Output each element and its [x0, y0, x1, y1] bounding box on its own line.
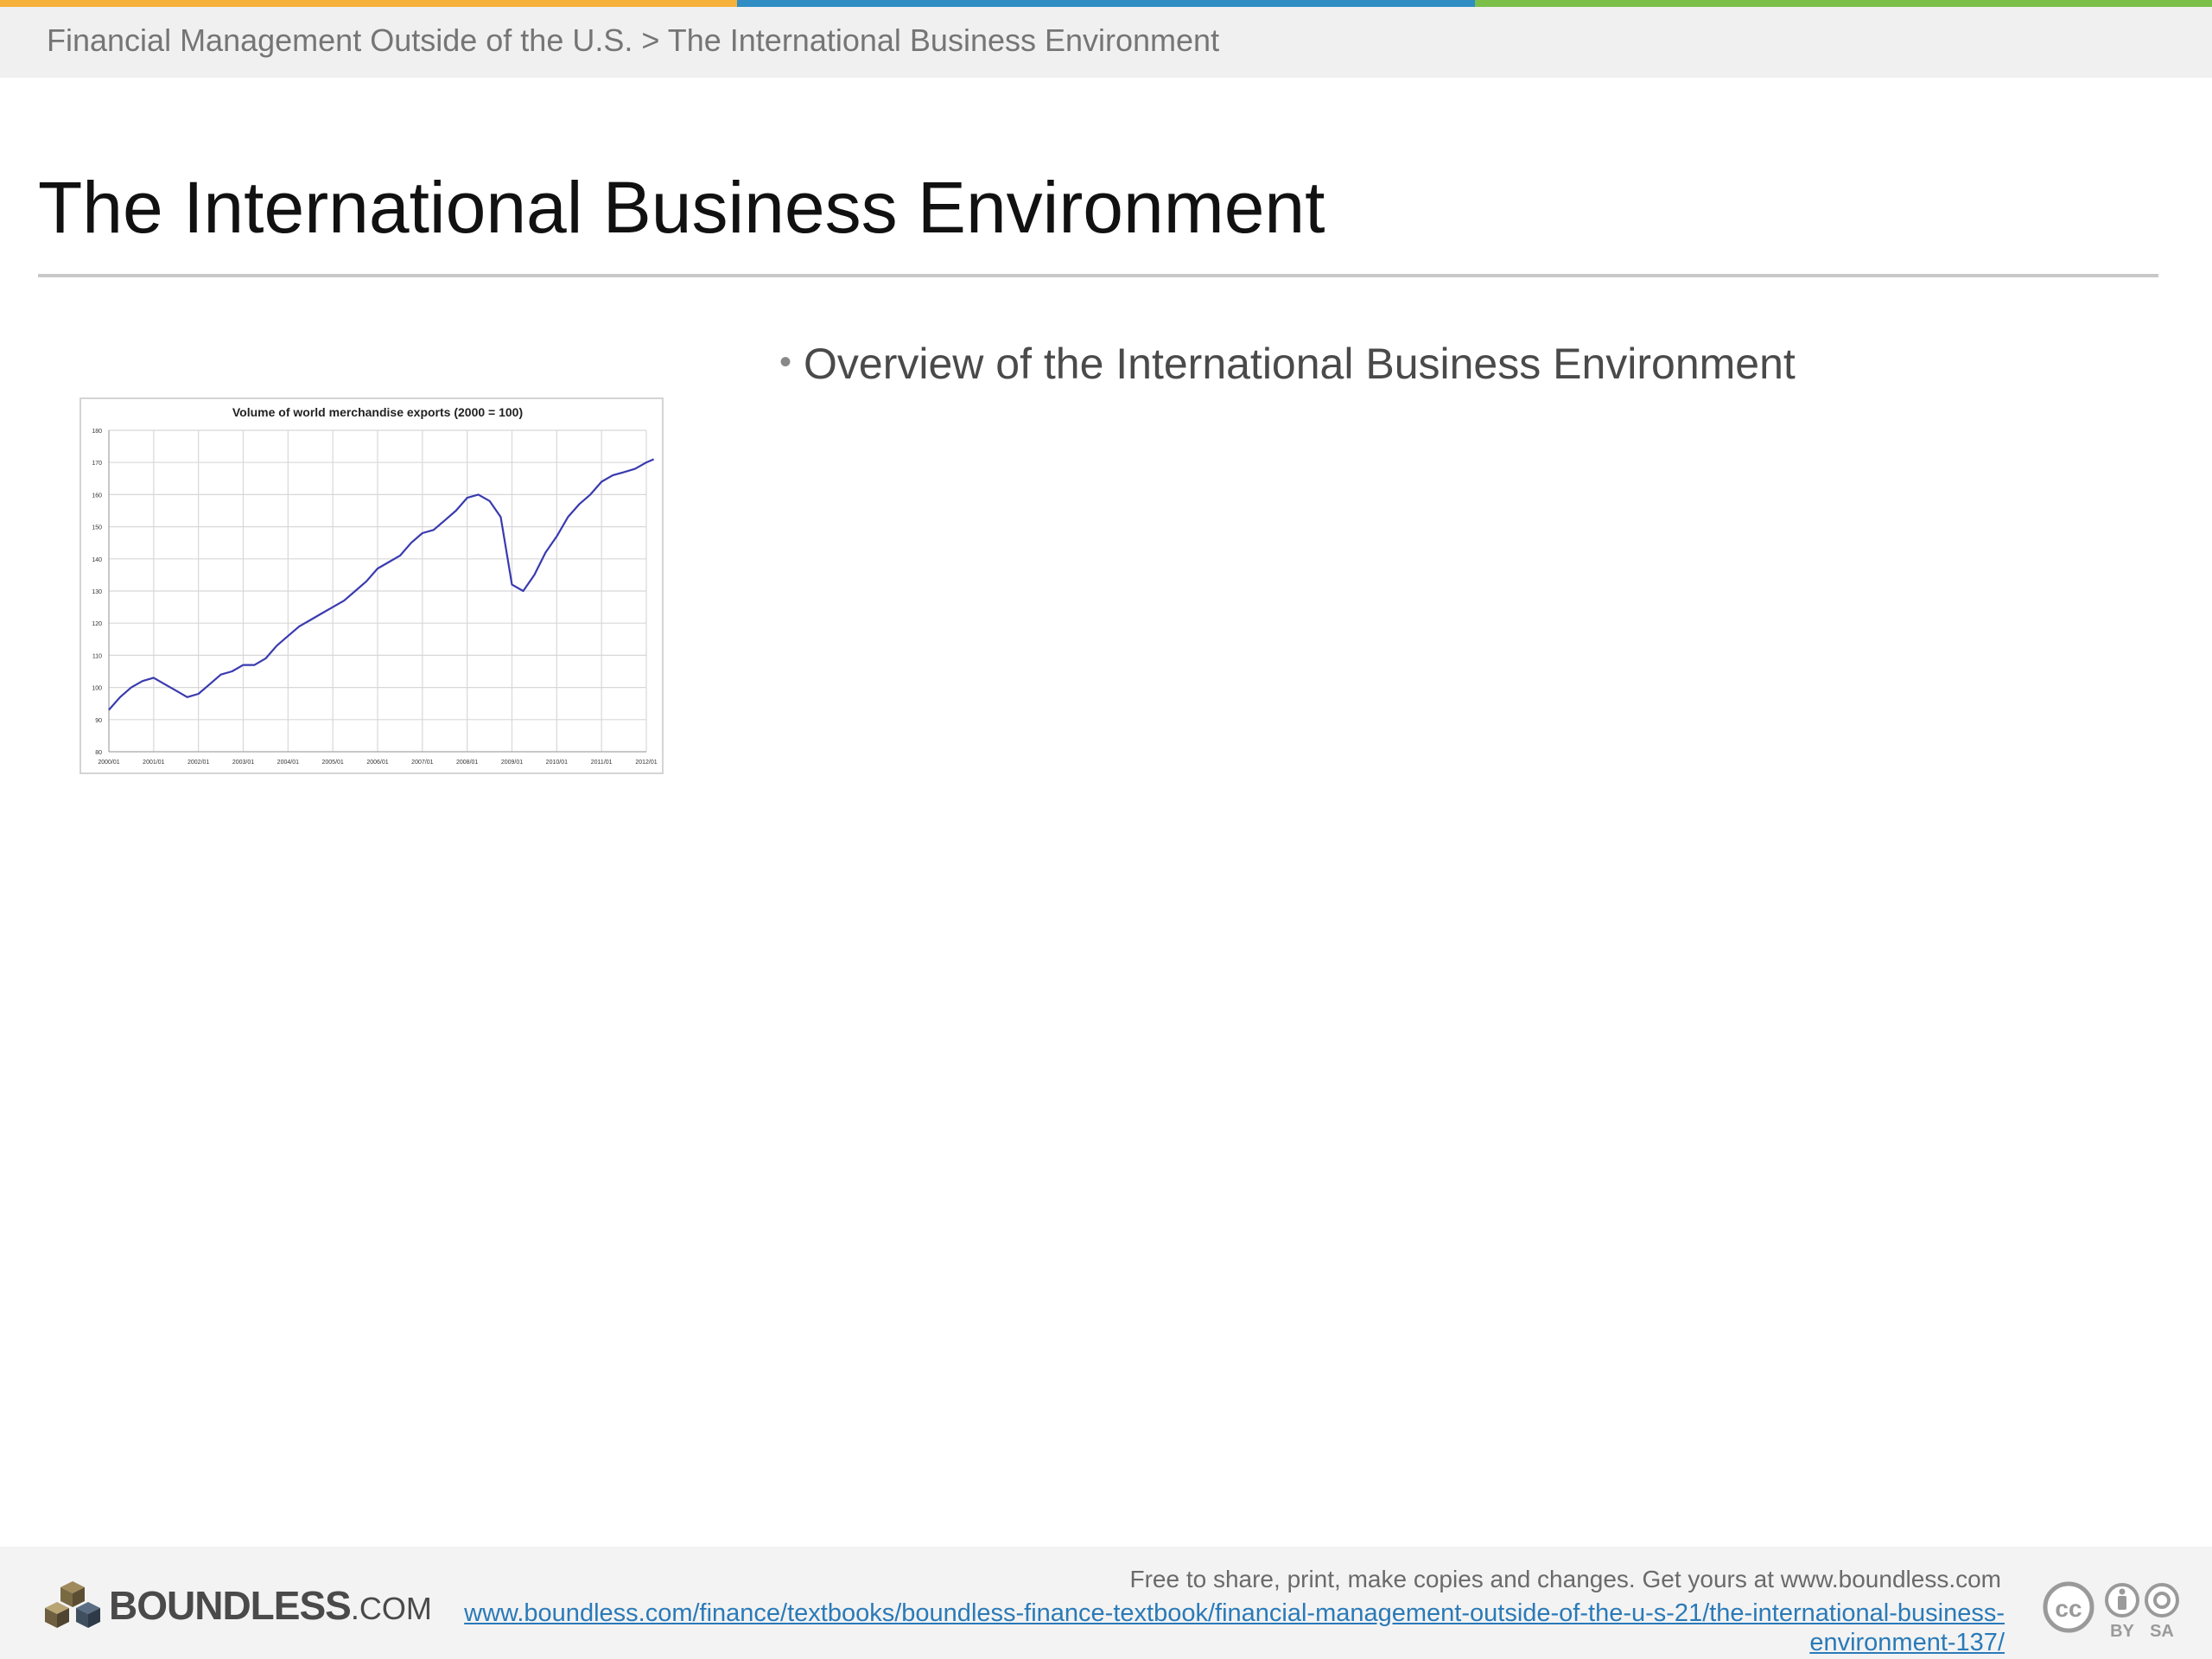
top-color-stripe — [0, 0, 2212, 7]
x-tick-label: 2006/01 — [366, 760, 388, 766]
footer: BOUNDLESS.COM Free to share, print, make… — [0, 1547, 2212, 1659]
title-divider — [38, 274, 2158, 277]
stripe-orange — [0, 0, 738, 7]
x-tick-label: 2012/01 — [635, 760, 657, 766]
bullet-item: • Overview of the International Business … — [779, 339, 1796, 389]
breadcrumb: Financial Management Outside of the U.S.… — [47, 22, 1220, 58]
cc-sa-label: SA — [2150, 1622, 2174, 1641]
x-tick-label: 2008/01 — [456, 760, 478, 766]
x-tick-label: 2007/01 — [411, 760, 433, 766]
x-tick-label: 2009/01 — [501, 760, 523, 766]
series-line — [108, 458, 655, 711]
cubes-logo-icon — [45, 1581, 100, 1628]
cc-license-badge[interactable]: cc BY SA — [2043, 1581, 2181, 1648]
y-tick-label: 150 — [92, 525, 102, 531]
y-tick-label: 110 — [92, 653, 102, 659]
x-tick-label: 2004/01 — [277, 760, 299, 766]
breadcrumb-bar: Financial Management Outside of the U.S.… — [0, 7, 2212, 78]
y-tick-label: 130 — [92, 589, 102, 595]
y-tick-label: 160 — [92, 493, 102, 499]
y-tick-label: 170 — [92, 461, 102, 467]
x-tick-label: 2002/01 — [188, 760, 209, 766]
x-tick-label: 2011/01 — [591, 760, 613, 766]
x-tick-label: 2005/01 — [322, 760, 344, 766]
chart-svg: Volume of world merchandise exports (200… — [92, 405, 657, 766]
chart-image: Volume of world merchandise exports (200… — [79, 397, 664, 774]
y-tick-label: 80 — [95, 750, 102, 756]
bullet-text: Overview of the International Business E… — [804, 340, 1796, 388]
cc-by-sa-icon: cc BY SA — [2043, 1581, 2179, 1641]
stripe-blue — [737, 0, 1475, 7]
slide-title: The International Business Environment — [38, 167, 1325, 248]
x-tick-label: 2010/01 — [546, 760, 568, 766]
x-tick-label: 2003/01 — [232, 760, 254, 766]
y-tick-label: 120 — [92, 621, 102, 627]
y-tick-label: 100 — [92, 686, 102, 692]
boundless-logo: BOUNDLESS.COM — [45, 1580, 432, 1631]
chart-title: Volume of world merchandise exports (200… — [232, 405, 523, 419]
x-tick-label: 2001/01 — [143, 760, 164, 766]
x-tick-label: 2000/01 — [98, 760, 119, 766]
cc-by-label: BY — [2110, 1622, 2134, 1641]
bullet-dot-icon: • — [779, 343, 792, 381]
stripe-green — [1474, 0, 2212, 7]
source-link[interactable]: www.boundless.com/finance/textbooks/boun… — [380, 1599, 2005, 1657]
license-note: Free to share, print, make copies and ch… — [1129, 1566, 2001, 1592]
y-tick-label: 180 — [92, 429, 102, 435]
y-tick-label: 140 — [92, 557, 102, 563]
svg-text:cc: cc — [2055, 1595, 2082, 1622]
y-tick-label: 90 — [95, 718, 102, 724]
